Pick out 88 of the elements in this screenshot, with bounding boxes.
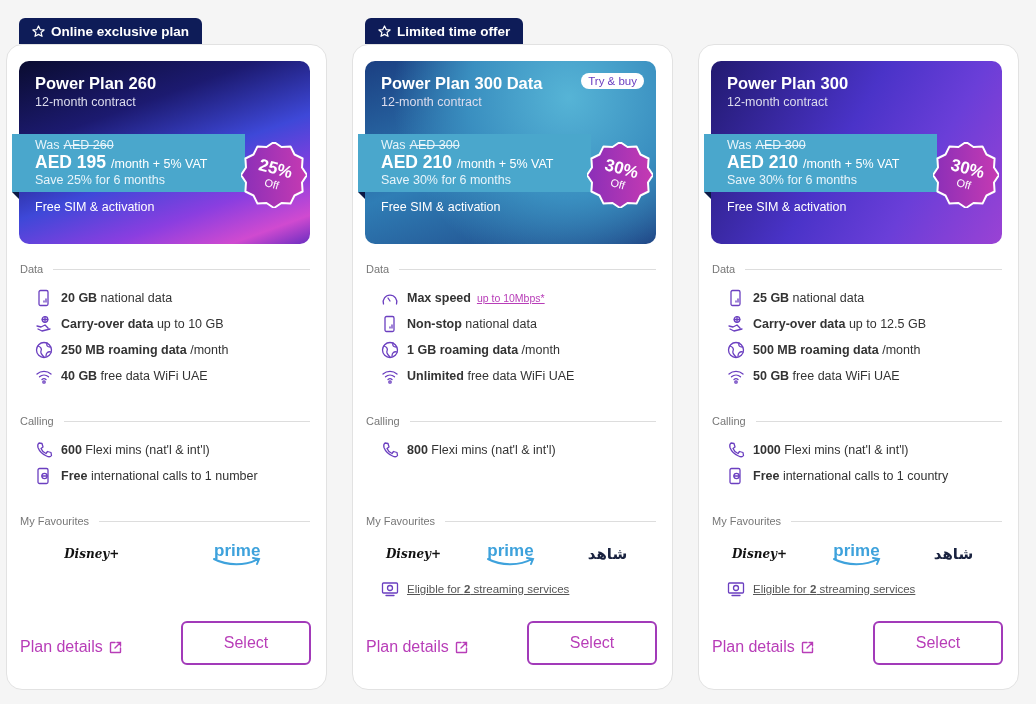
- ribbon-label: Limited time offer: [397, 23, 511, 39]
- feature-text: 1 GB roaming data /month: [407, 343, 560, 357]
- select-button[interactable]: Select: [527, 621, 657, 665]
- section-title: My Favourites: [20, 515, 90, 527]
- saving-text: Save 30% for 6 months: [381, 173, 512, 187]
- feature-text: Carry-over data up to 12.5 GB: [753, 317, 926, 331]
- phone-call-icon: [727, 441, 745, 459]
- monitor-icon: [727, 580, 745, 598]
- perk-text: Free SIM & activation: [381, 200, 502, 214]
- external-link-icon: [108, 640, 122, 654]
- hand-globe-icon: [35, 315, 53, 333]
- feature-text: 50 GB free data WiFi UAE: [753, 369, 900, 383]
- feature-text: 1000 Flexi mins (nat'l & int'l): [753, 443, 909, 457]
- price: AED 210: [727, 152, 798, 173]
- price-suffix: /month + 5% VAT: [111, 157, 208, 171]
- star-icon: [32, 24, 45, 38]
- feature-text: 20 GB national data: [61, 291, 173, 305]
- section-title: My Favourites: [712, 515, 782, 527]
- streaming-logo: prime: [485, 542, 536, 566]
- was-label: Was: [35, 138, 60, 152]
- plan-details-link[interactable]: Plan details: [712, 638, 814, 656]
- saving-text: Save 30% for 6 months: [727, 173, 858, 187]
- feature-text: Free international calls to 1 number: [61, 469, 258, 483]
- streaming-logo: prime: [831, 542, 882, 566]
- feature-text: 500 MB roaming data /month: [753, 343, 921, 357]
- discount-label: Off: [263, 177, 280, 192]
- price: AED 195: [35, 152, 106, 173]
- select-button[interactable]: Select: [181, 621, 311, 665]
- streaming-logo: شاهد: [587, 546, 628, 562]
- feature-text: 800 Flexi mins (nat'l & int'l): [407, 443, 556, 457]
- streaming-logo: شاهد: [933, 546, 974, 562]
- discount-label: Off: [955, 177, 972, 192]
- plan-details-link[interactable]: Plan details: [20, 638, 122, 656]
- plan-title: Power Plan 260: [35, 73, 157, 93]
- hand-globe-icon: [727, 315, 745, 333]
- streaming-logo: prime: [212, 542, 263, 566]
- try-buy-tag: Try & buy: [581, 73, 644, 89]
- price-suffix: /month + 5% VAT: [457, 157, 554, 171]
- feature-text: 40 GB free data WiFi UAE: [61, 369, 208, 383]
- feature-text: 25 GB national data: [753, 291, 865, 305]
- old-price: AED 300: [409, 138, 460, 152]
- price-suffix: /month + 5% VAT: [803, 157, 900, 171]
- globe-icon: [35, 341, 53, 359]
- monitor-icon: [381, 580, 399, 598]
- feature-text: Max speed: [407, 291, 471, 305]
- speed-link[interactable]: up to 10Mbps*: [476, 292, 545, 304]
- plan-title: Power Plan 300 Data: [381, 73, 543, 93]
- streaming-link[interactable]: Eligible for 2 streaming services: [407, 583, 570, 595]
- external-link-icon: [454, 640, 468, 654]
- feature-text: Non-stop national data: [407, 317, 537, 331]
- feature-text: Free international calls to 1 country: [753, 469, 949, 483]
- streaming-logo: Disney+: [731, 548, 788, 560]
- price: AED 210: [381, 152, 452, 173]
- plan-title: Power Plan 300: [727, 73, 849, 93]
- old-price: AED 300: [755, 138, 806, 152]
- feature-text: 600 Flexi mins (nat'l & int'l): [61, 443, 210, 457]
- section-title: Data: [366, 263, 390, 275]
- section-title: Data: [20, 263, 44, 275]
- phone-call-icon: [35, 441, 53, 459]
- section-title: My Favourites: [366, 515, 436, 527]
- discount-label: Off: [609, 177, 626, 192]
- feature-text: Carry-over data up to 10 GB: [61, 317, 224, 331]
- globe-icon: [381, 341, 399, 359]
- feature-text: 250 MB roaming data /month: [61, 343, 229, 357]
- streaming-logo: Disney+: [64, 548, 120, 560]
- contract-text: 12-month contract: [381, 95, 483, 109]
- section-title: Calling: [20, 415, 54, 427]
- external-link-icon: [800, 640, 814, 654]
- old-price: AED 260: [63, 138, 114, 152]
- ribbon-label: Online exclusive plan: [51, 23, 190, 39]
- was-label: Was: [727, 138, 752, 152]
- streaming-link[interactable]: Eligible for 2 streaming services: [753, 583, 916, 595]
- perk-text: Free SIM & activation: [727, 200, 848, 214]
- contract-text: 12-month contract: [727, 95, 829, 109]
- saving-text: Save 25% for 6 months: [35, 173, 166, 187]
- globe-icon: [727, 341, 745, 359]
- section-title: Calling: [712, 415, 746, 427]
- streaming-logo: Disney+: [385, 548, 442, 560]
- section-title: Data: [712, 263, 736, 275]
- contract-text: 12-month contract: [35, 95, 137, 109]
- phone-call-icon: [381, 441, 399, 459]
- perk-text: Free SIM & activation: [35, 200, 156, 214]
- star-icon: [378, 24, 391, 38]
- feature-text: Unlimited free data WiFi UAE: [407, 369, 575, 383]
- select-button[interactable]: Select: [873, 621, 1003, 665]
- plan-details-link[interactable]: Plan details: [366, 638, 468, 656]
- section-title: Calling: [366, 415, 400, 427]
- was-label: Was: [381, 138, 406, 152]
